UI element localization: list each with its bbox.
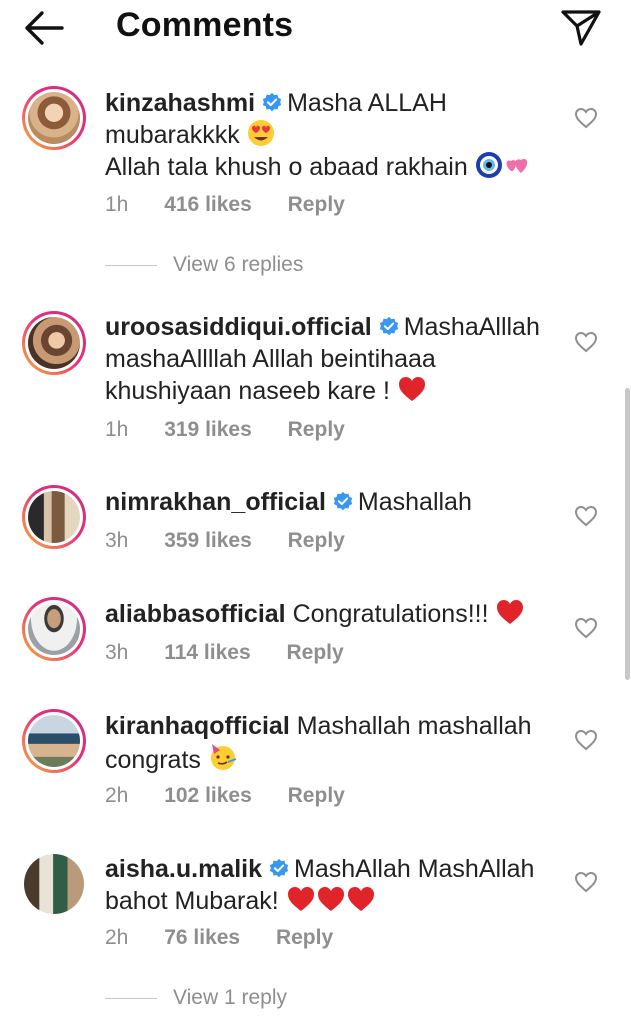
header-bar: Comments xyxy=(0,0,631,60)
comment-meta: 2h 102 likes Reply xyxy=(105,784,375,812)
comment-message: mashaAllllah Alllah beintihaaa xyxy=(105,345,436,373)
comment-username[interactable]: nimrakhan_official xyxy=(105,488,326,516)
partying-face-emoji-icon xyxy=(210,744,237,770)
comment-time: 1h xyxy=(105,418,129,441)
comment-text: kiranhaqofficial Mashallah mashallah con… xyxy=(105,710,565,776)
comment-username[interactable]: kiranhaqofficial xyxy=(105,712,290,740)
comment-message: MashaAlllah xyxy=(403,313,540,341)
comment-username[interactable]: uroosasiddiqui.official xyxy=(105,313,372,341)
heart-eyes-emoji-icon xyxy=(247,120,274,146)
reply-button[interactable]: Reply xyxy=(288,193,345,216)
comment-message: Masha ALLAH xyxy=(287,89,447,117)
comment-text: nimrakhan_official Mashallah xyxy=(105,486,565,518)
comment-time: 1h xyxy=(105,193,129,216)
comment-text: aliabbasofficial Congratulations!!! xyxy=(105,598,565,630)
reply-button[interactable]: Reply xyxy=(288,529,345,552)
red-heart-emoji-icon xyxy=(398,377,425,401)
comment-message: bahot Mubarak! xyxy=(105,887,279,915)
scrollbar[interactable] xyxy=(625,388,630,680)
comment-message: Allah tala khush o abaad rakhain xyxy=(105,153,468,181)
like-heart-icon[interactable] xyxy=(574,616,598,640)
comment-meta: 1h 319 likes Reply xyxy=(105,418,375,446)
comment-username[interactable]: aliabbasofficial xyxy=(105,600,286,628)
view-replies-button[interactable]: View 1 reply xyxy=(105,986,287,1014)
comment-time: 3h xyxy=(105,529,129,552)
comment-meta: 2h 76 likes Reply xyxy=(105,926,363,954)
view-replies-label: View 6 replies xyxy=(173,253,304,276)
profile-photo xyxy=(24,854,84,914)
evil-eye-emoji-icon xyxy=(475,152,502,178)
like-heart-icon[interactable] xyxy=(574,870,598,894)
arrow-left-icon xyxy=(25,11,64,45)
page-title: Comments xyxy=(116,6,294,44)
two-hearts-emoji-icon xyxy=(506,158,527,173)
comment-message: congrats xyxy=(105,746,201,774)
likes-count[interactable]: 359 likes xyxy=(164,529,252,552)
avatar[interactable] xyxy=(22,709,86,773)
comment-time: 3h xyxy=(105,641,129,664)
profile-photo xyxy=(28,491,80,543)
share-button[interactable] xyxy=(560,6,602,48)
divider xyxy=(105,997,157,999)
red-heart-emoji-icon xyxy=(317,887,344,911)
comment-meta: 1h 416 likes Reply xyxy=(105,193,375,221)
comment-username[interactable]: aisha.u.malik xyxy=(105,855,262,883)
comment-message: khushiyaan naseeb kare ! xyxy=(105,377,390,405)
divider xyxy=(105,264,157,266)
comment-text: aisha.u.malik MashAllah MashAllah bahot M… xyxy=(105,853,565,917)
red-heart-emoji-icon xyxy=(497,600,524,624)
comment-meta: 3h 359 likes Reply xyxy=(105,529,375,557)
reply-button[interactable]: Reply xyxy=(286,641,343,664)
like-heart-icon[interactable] xyxy=(574,504,598,528)
profile-photo xyxy=(28,317,80,369)
comment-text: uroosasiddiqui.official MashaAlllah masha… xyxy=(105,311,565,407)
comment-message: mubarakkkk xyxy=(105,121,240,149)
paper-plane-icon xyxy=(561,10,601,46)
avatar[interactable] xyxy=(22,852,86,916)
red-heart-emoji-icon xyxy=(347,887,374,911)
reply-button[interactable]: Reply xyxy=(288,784,345,807)
likes-count[interactable]: 76 likes xyxy=(164,926,240,949)
likes-count[interactable]: 319 likes xyxy=(164,418,252,441)
like-heart-icon[interactable] xyxy=(574,106,598,130)
avatar[interactable] xyxy=(22,311,86,375)
avatar[interactable] xyxy=(22,86,86,150)
comment-message: Congratulations!!! xyxy=(292,600,489,628)
likes-count[interactable]: 114 likes xyxy=(164,641,250,664)
verified-badge-icon xyxy=(269,858,289,878)
comment-meta: 3h 114 likes Reply xyxy=(105,641,374,669)
profile-photo xyxy=(28,715,80,767)
verified-badge-icon xyxy=(262,92,282,112)
view-replies-label: View 1 reply xyxy=(173,986,288,1009)
comment-username[interactable]: kinzahashmi xyxy=(105,89,255,117)
profile-photo xyxy=(28,603,80,655)
red-heart-emoji-icon xyxy=(287,887,314,911)
comment-message: MashAllah MashAllah xyxy=(294,855,535,883)
reply-button[interactable]: Reply xyxy=(276,926,333,949)
comment-text: kinzahashmi Masha ALLAH mubarakkkk Allah … xyxy=(105,87,565,183)
likes-count[interactable]: 416 likes xyxy=(164,193,252,216)
likes-count[interactable]: 102 likes xyxy=(164,784,252,807)
profile-photo xyxy=(28,92,80,144)
back-button[interactable] xyxy=(22,8,66,48)
comment-message: Mashallah mashallah xyxy=(296,712,532,740)
like-heart-icon[interactable] xyxy=(574,330,598,354)
avatar[interactable] xyxy=(22,485,86,549)
comment-time: 2h xyxy=(105,926,129,949)
reply-button[interactable]: Reply xyxy=(288,418,345,441)
avatar[interactable] xyxy=(22,597,86,661)
view-replies-button[interactable]: View 6 replies xyxy=(105,253,303,281)
verified-badge-icon xyxy=(333,491,353,511)
verified-badge-icon xyxy=(379,316,398,336)
comment-message: Mashallah xyxy=(357,488,472,516)
like-heart-icon[interactable] xyxy=(574,728,598,752)
comment-time: 2h xyxy=(105,784,129,807)
